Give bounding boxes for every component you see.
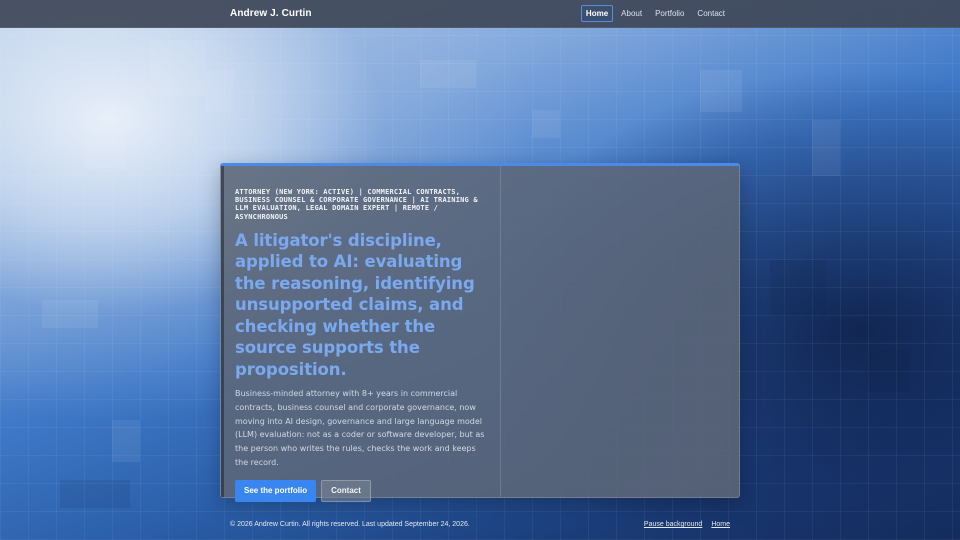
nav-link-home[interactable]: Home: [580, 5, 614, 22]
hero-eyebrow: ATTORNEY (NEW YORK: ACTIVE) | COMMERCIAL…: [235, 188, 478, 221]
hero-description: Business-minded attorney with 8+ years i…: [235, 389, 485, 467]
footer-copyright: © 2026 Andrew Curtin. All rights reserve…: [230, 521, 470, 528]
pause-background-link[interactable]: Pause background: [644, 521, 702, 528]
footer-links: Pause background Home: [644, 521, 730, 528]
hero-card: ATTORNEY (NEW YORK: ACTIVE) | COMMERCIAL…: [220, 163, 740, 502]
nav-link-contact[interactable]: Contact: [692, 5, 730, 22]
hero-text-column: ATTORNEY (NEW YORK: ACTIVE) | COMMERCIAL…: [221, 166, 501, 502]
nav-link-about[interactable]: About: [616, 5, 647, 22]
nav-link-portfolio[interactable]: Portfolio: [650, 5, 689, 22]
hero-content: ATTORNEY (NEW YORK: ACTIVE) | COMMERCIAL…: [235, 188, 491, 502]
main-nav: Home About Portfolio Contact: [578, 5, 730, 22]
top-navigation: Andrew J. Curtin Home About Portfolio Co…: [0, 0, 960, 28]
footer-home-link[interactable]: Home: [711, 521, 730, 528]
hero-headline: A litigator's discipline, applied to AI:…: [235, 230, 475, 379]
contact-button[interactable]: Contact: [321, 479, 371, 502]
hero-actions: See the portfolio Contact: [235, 479, 491, 502]
site-brand[interactable]: Andrew J. Curtin: [230, 8, 312, 19]
see-portfolio-button[interactable]: See the portfolio: [235, 479, 317, 502]
